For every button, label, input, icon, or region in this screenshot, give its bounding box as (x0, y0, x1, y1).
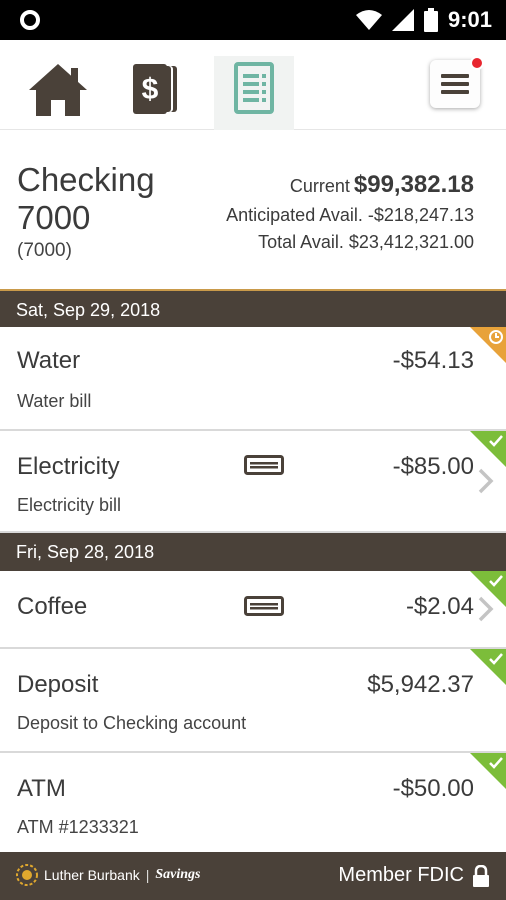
brand-separator: | (145, 867, 150, 883)
check-icon (489, 757, 503, 769)
transaction-amount: -$2.04 (405, 593, 474, 620)
tab-register[interactable] (214, 56, 294, 130)
register-icon (234, 62, 274, 114)
chevron-right-icon (478, 468, 494, 494)
transaction-electricity[interactable]: Electricity -$85.00 Electricity bill (0, 431, 506, 533)
transaction-amount: -$50.00 (392, 775, 474, 802)
transaction-deposit[interactable]: Deposit $5,942.37 Deposit to Checking ac… (0, 649, 506, 753)
card-icon (244, 455, 284, 475)
notification-badge (470, 56, 484, 70)
current-balance-value: $99,382.18 (353, 171, 474, 198)
account-name: Checking 7000 (17, 161, 155, 236)
anticipated-balance: Anticipated Avail. -$218,247.13 (226, 205, 474, 225)
svg-text:$: $ (142, 73, 159, 106)
footer: Luther Burbank | Savings Member FDIC (0, 852, 506, 900)
check-icon (489, 575, 503, 587)
transaction-title: Deposit (17, 671, 99, 698)
transaction-title: ATM (17, 775, 66, 802)
sunflower-logo-icon (16, 864, 38, 886)
transaction-amount: -$85.00 (392, 453, 474, 480)
transaction-water[interactable]: Water -$54.13 Water bill (0, 327, 506, 431)
current-balance-label: Current (289, 176, 350, 196)
menu-button[interactable] (430, 56, 484, 108)
lock-icon (473, 864, 489, 887)
brand-suffix: Savings (155, 867, 201, 882)
top-navigation: $ (0, 40, 506, 130)
transaction-amount: $5,942.37 (367, 671, 474, 698)
signal-icon (391, 9, 414, 31)
tab-home[interactable] (18, 56, 98, 130)
home-icon (29, 64, 87, 116)
account-number: (7000) (17, 240, 72, 261)
transaction-title: Coffee (17, 593, 88, 620)
member-fdic[interactable]: Member FDIC (338, 864, 490, 887)
transaction-title: Electricity (17, 453, 120, 480)
brand-logo: Luther Burbank | Savings (16, 864, 201, 886)
date-header: Fri, Sep 28, 2018 (0, 533, 506, 571)
transaction-description: Electricity bill (17, 495, 122, 515)
transaction-description: ATM #1233321 (17, 817, 139, 837)
wifi-icon (355, 10, 382, 30)
money-icon: $ (133, 64, 177, 114)
account-summary: Checking 7000 (7000) Current $99,382.18 A… (0, 131, 506, 289)
hamburger-menu-icon (441, 74, 469, 94)
transaction-coffee[interactable]: Coffee -$2.04 (0, 571, 506, 649)
date-header: Sat, Sep 29, 2018 (0, 289, 506, 327)
brand-name: Luther Burbank (44, 867, 140, 883)
clock-icon (489, 330, 503, 344)
status-icons: 9:01 (355, 6, 492, 34)
card-icon (244, 596, 284, 616)
transaction-amount: -$54.13 (392, 347, 474, 374)
current-balance: Current $99,382.18 (290, 171, 474, 199)
check-icon (489, 435, 503, 447)
check-icon (489, 653, 503, 665)
transaction-atm[interactable]: ATM -$50.00 ATM #1233321 (0, 753, 506, 852)
transaction-title: Water (17, 347, 81, 374)
fdic-label: Member FDIC (338, 864, 464, 886)
transaction-description: Water bill (17, 391, 92, 411)
battery-icon (423, 8, 438, 32)
status-bar: 9:01 (0, 0, 506, 40)
status-time: 9:01 (447, 7, 492, 32)
tab-money[interactable]: $ (116, 56, 196, 130)
total-balance: Total Avail. $23,412,321.00 (258, 232, 474, 252)
notification-circle-icon (20, 10, 40, 30)
transaction-description: Deposit to Checking account (17, 713, 247, 733)
